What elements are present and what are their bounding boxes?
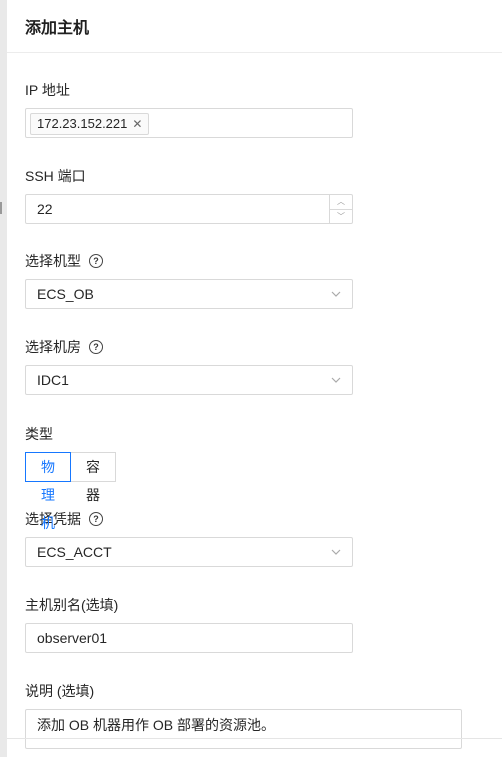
ssh-port-value: 22: [37, 201, 53, 217]
description-value: 添加 OB 机器用作 OB 部署的资源池。: [37, 717, 276, 733]
question-circle-icon[interactable]: ?: [89, 512, 103, 526]
ip-field: IP 地址 172.23.152.221 ✕: [25, 80, 353, 138]
description-textarea[interactable]: 添加 OB 机器用作 OB 部署的资源池。: [25, 709, 462, 749]
description-field: 说明 (选填) 添加 OB 机器用作 OB 部署的资源池。: [25, 681, 462, 749]
machine-type-value: ECS_OB: [37, 286, 94, 302]
ip-input[interactable]: 172.23.152.221 ✕: [25, 108, 353, 138]
chevron-down-icon: [331, 549, 341, 555]
type-field: 类型 物理机 容器: [25, 424, 116, 531]
idc-value: IDC1: [37, 372, 69, 388]
machine-type-label: 选择机型: [25, 253, 81, 269]
idc-field: 选择机房 ? IDC1: [25, 337, 353, 395]
ssh-port-field: SSH 端口 22 ︿ ﹀: [25, 166, 353, 224]
question-circle-icon[interactable]: ?: [89, 254, 103, 268]
alias-value: observer01: [37, 630, 108, 646]
footer-divider: [7, 738, 502, 739]
question-circle-icon[interactable]: ?: [89, 340, 103, 354]
ssh-port-label: SSH 端口: [25, 168, 86, 184]
type-physical-button[interactable]: 物理机: [25, 452, 71, 531]
backdrop-edge: [0, 0, 7, 757]
type-label: 类型: [25, 426, 53, 442]
chevron-down-icon: [331, 291, 341, 297]
ip-tag-text: 172.23.152.221: [37, 116, 128, 131]
description-label: 说明 (选填): [25, 683, 95, 699]
type-radio-group: 物理机 容器: [25, 452, 116, 531]
idc-label: 选择机房: [25, 339, 81, 355]
credential-field: 选择凭据 ? ECS_ACCT: [25, 509, 353, 567]
type-container-button[interactable]: 容器: [70, 452, 116, 503]
decrement-icon[interactable]: ﹀: [330, 210, 352, 224]
ssh-port-input[interactable]: 22 ︿ ﹀: [25, 194, 353, 224]
drawer-title: 添加主机: [25, 20, 90, 37]
machine-type-select[interactable]: ECS_OB: [25, 279, 353, 309]
close-icon[interactable]: ✕: [132, 114, 142, 134]
machine-type-field: 选择机型 ? ECS_OB: [25, 251, 353, 309]
alias-field: 主机别名(选填) observer01: [25, 595, 353, 653]
alias-input[interactable]: observer01: [25, 623, 353, 653]
credential-value: ECS_ACCT: [37, 544, 112, 560]
backdrop-mark: [0, 202, 2, 214]
drawer-header: 添加主机: [7, 0, 502, 53]
ip-label: IP 地址: [25, 82, 70, 98]
port-stepper: ︿ ﹀: [329, 195, 352, 223]
chevron-down-icon: [331, 377, 341, 383]
increment-icon[interactable]: ︿: [330, 195, 352, 210]
ip-tag: 172.23.152.221 ✕: [30, 113, 150, 135]
idc-select[interactable]: IDC1: [25, 365, 353, 395]
credential-select[interactable]: ECS_ACCT: [25, 537, 353, 567]
alias-label: 主机别名(选填): [25, 597, 119, 613]
add-host-drawer: 添加主机 IP 地址 172.23.152.221 ✕ SSH 端口 22 ︿ …: [7, 0, 502, 757]
